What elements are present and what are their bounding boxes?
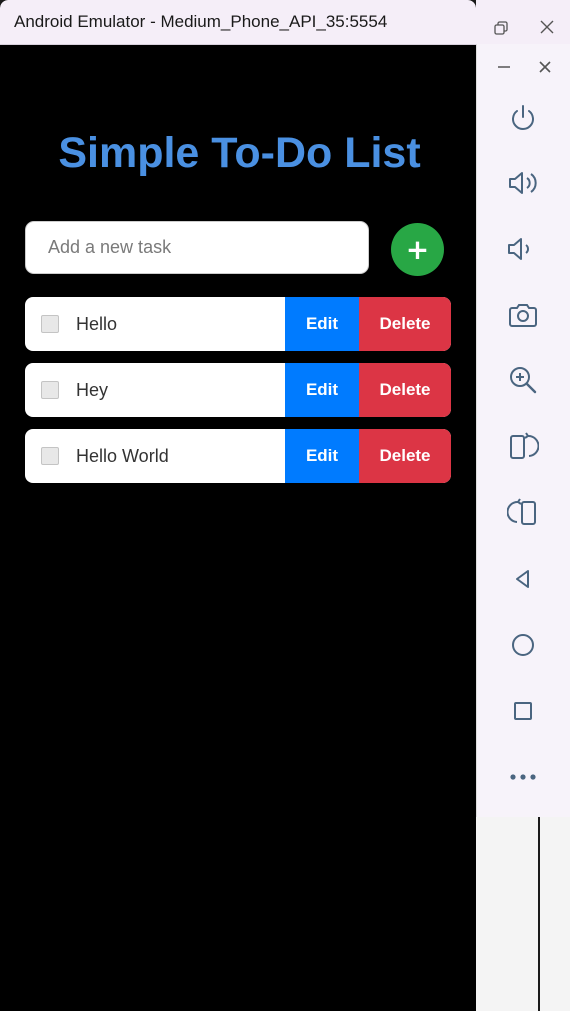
edit-button[interactable]: Edit bbox=[285, 429, 359, 483]
add-task-button[interactable]: + bbox=[391, 223, 444, 276]
title-bar: Android Emulator - Medium_Phone_API_35:5… bbox=[0, 0, 476, 45]
task-checkbox[interactable] bbox=[41, 315, 59, 333]
window-title: Android Emulator - Medium_Phone_API_35:5… bbox=[14, 12, 388, 31]
minimize-icon[interactable] bbox=[497, 60, 511, 79]
task-content: Hello bbox=[25, 297, 285, 351]
desktop-background bbox=[476, 817, 570, 1011]
volume-up-icon[interactable] bbox=[505, 165, 541, 201]
restore-icon[interactable] bbox=[493, 20, 509, 41]
side-panel-header bbox=[476, 0, 570, 44]
camera-icon[interactable] bbox=[505, 297, 541, 333]
back-icon[interactable] bbox=[505, 561, 541, 597]
task-list: Hello Edit Delete Hey Edit Delete Hello … bbox=[25, 297, 451, 495]
delete-button[interactable]: Delete bbox=[359, 363, 451, 417]
delete-button[interactable]: Delete bbox=[359, 297, 451, 351]
task-checkbox[interactable] bbox=[41, 447, 59, 465]
device-screen: Simple To-Do List + Hello Edit Delete He… bbox=[3, 45, 476, 1011]
background-window bbox=[476, 817, 538, 1011]
power-icon[interactable] bbox=[505, 100, 541, 136]
task-content: Hello World bbox=[25, 429, 285, 483]
emulator-control-panel bbox=[476, 44, 570, 817]
task-row: Hey Edit Delete bbox=[25, 363, 451, 417]
zoom-in-icon[interactable] bbox=[505, 362, 541, 398]
overview-icon[interactable] bbox=[505, 693, 541, 729]
delete-button[interactable]: Delete bbox=[359, 429, 451, 483]
task-text: Hey bbox=[76, 379, 109, 400]
edit-button[interactable]: Edit bbox=[285, 363, 359, 417]
rotate-left-icon[interactable] bbox=[505, 428, 541, 464]
new-task-input[interactable] bbox=[25, 221, 369, 274]
edit-button[interactable]: Edit bbox=[285, 297, 359, 351]
task-row: Hello Edit Delete bbox=[25, 297, 451, 351]
task-text: Hello World bbox=[76, 445, 169, 466]
task-text: Hello bbox=[76, 313, 118, 334]
task-content: Hey bbox=[25, 363, 285, 417]
rotate-right-icon[interactable] bbox=[505, 494, 541, 530]
task-row: Hello World Edit Delete bbox=[25, 429, 451, 483]
close-icon[interactable] bbox=[538, 18, 556, 41]
background-window bbox=[540, 817, 570, 1011]
emulator-window: Android Emulator - Medium_Phone_API_35:5… bbox=[0, 0, 476, 1011]
home-icon[interactable] bbox=[505, 627, 541, 663]
task-checkbox[interactable] bbox=[41, 381, 59, 399]
more-icon[interactable] bbox=[505, 759, 541, 795]
close-icon[interactable] bbox=[537, 59, 553, 80]
page-title: Simple To-Do List bbox=[58, 129, 421, 177]
volume-down-icon[interactable] bbox=[503, 231, 539, 267]
